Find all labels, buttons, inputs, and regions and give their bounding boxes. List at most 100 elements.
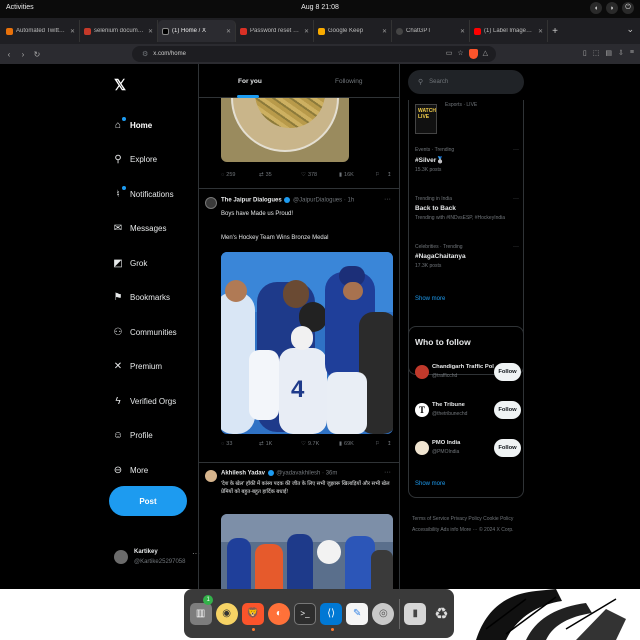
views-button[interactable]: ▮ 16K — [339, 172, 354, 178]
wallet-icon[interactable]: ▤ — [605, 49, 612, 57]
nav-item-profile[interactable]: ☺ Profile — [106, 419, 177, 454]
follow-button[interactable]: Follow — [494, 439, 521, 457]
views-button[interactable]: ▮ 69K — [339, 441, 354, 447]
timeline[interactable]: For you Following ◌ 259 ⇄ 35 ♡ 378 ▮ 16K ⚐ ↥… — [198, 64, 400, 589]
share-button[interactable]: ↥ — [387, 172, 392, 178]
chevron-down-icon[interactable]: ⌄ — [626, 24, 634, 35]
close-icon[interactable]: ✕ — [538, 28, 543, 35]
url-text[interactable]: x.com/home — [153, 51, 186, 57]
sidebar-toggle-icon[interactable]: ▯ — [583, 49, 587, 57]
more-icon[interactable]: ··· — [513, 196, 519, 202]
dock-item[interactable]: ♻ — [429, 597, 454, 631]
dock-item[interactable]: ▥ 1 — [188, 594, 214, 631]
nav-item-grok[interactable]: ◩ Grok — [106, 246, 177, 281]
tab-for-you[interactable]: For you — [238, 78, 262, 85]
dock-item[interactable]: ◉ — [214, 597, 239, 631]
follow-suggestion[interactable]: PMO India @PMOIndia Follow — [415, 439, 521, 463]
nav-item-home[interactable]: ⌂ Home — [106, 108, 177, 143]
like-button[interactable]: ♡ 378 — [301, 172, 317, 178]
more-icon[interactable]: ··· — [513, 147, 519, 153]
footer-links[interactable]: Terms of Service Privacy Policy Cookie P… — [412, 514, 522, 536]
author-handle[interactable]: @yadavakhilesh · 36m — [276, 471, 337, 477]
nav-item-bookmarks[interactable]: ⚑ Bookmarks — [106, 281, 177, 316]
browser-tab[interactable]: Google Keep ✕ — [314, 20, 392, 42]
dock-item[interactable]: ◐ — [266, 597, 291, 631]
author-name[interactable]: Akhilesh Yadav — [221, 471, 265, 477]
search-input[interactable]: ⚲ Search — [408, 70, 524, 94]
nav-item-explore[interactable]: ⚲ Explore — [106, 143, 177, 178]
address-bar[interactable]: ⚙ x.com/home ▭ ☆ △ — [132, 46, 496, 62]
avatar[interactable] — [415, 365, 429, 379]
dock-item[interactable]: ▮ — [403, 597, 428, 631]
trends-show-more-link[interactable]: Show more — [415, 296, 445, 302]
trend-item[interactable]: Events · Trending #Silver🥈 15.3K posts ·… — [415, 147, 519, 173]
browser-tab[interactable]: (1) Label Images for Object ✕ — [470, 20, 548, 42]
new-tab-button[interactable]: + — [548, 26, 562, 37]
system-tray[interactable]: ◖ ◗ ⏻ — [590, 2, 634, 14]
x-logo-icon[interactable]: 𝕏 — [114, 76, 126, 94]
tweet[interactable]: Akhilesh Yadav @yadavakhilesh · 36m ··· … — [199, 462, 399, 589]
star-icon[interactable]: ☆ — [457, 49, 463, 59]
avatar[interactable] — [415, 441, 429, 455]
more-icon[interactable]: ··· — [384, 196, 391, 203]
author-handle[interactable]: @JaipurDialogues · 1h — [293, 198, 354, 204]
browser-tab-active[interactable]: (1) Home / X ✕ — [158, 20, 236, 42]
close-icon[interactable]: ✕ — [304, 28, 309, 35]
extensions-icon[interactable]: ⬚ — [593, 49, 600, 57]
tab-following[interactable]: Following — [335, 78, 362, 85]
suggestion-name[interactable]: The Tribune — [432, 402, 494, 408]
repost-button[interactable]: ⇄ 35 — [259, 172, 272, 178]
suggestion-name[interactable]: Chandigarh Traffic Police — [432, 364, 494, 370]
brave-shield-icon[interactable] — [468, 49, 478, 59]
nav-item-messages[interactable]: ✉ Messages — [106, 212, 177, 247]
bookmark-button[interactable]: ⚐ — [375, 172, 380, 178]
dock-item[interactable]: 🦁 — [240, 597, 265, 631]
close-icon[interactable]: ✕ — [148, 28, 153, 35]
back-icon[interactable]: ‹ — [4, 50, 14, 59]
tweet-media-image[interactable]: 4 — [221, 252, 393, 434]
close-icon[interactable]: ✕ — [382, 28, 387, 35]
share-icon[interactable]: ▭ — [446, 49, 453, 59]
account-switcher[interactable]: Kartikey @Kartike25297058 ··· — [112, 546, 202, 576]
power-icon[interactable]: ⏻ — [622, 2, 634, 14]
dock-item[interactable]: ⟨⟩ — [319, 597, 344, 631]
follow-button[interactable]: Follow — [494, 363, 521, 381]
browser-tab[interactable]: selenium documentation - ✕ — [80, 20, 158, 42]
nav-item-verified-orgs[interactable]: ϟ Verified Orgs — [106, 384, 177, 419]
trend-related[interactable]: Trending with #INDvsESP, #HockeyIndia — [415, 215, 519, 221]
close-icon[interactable]: ✕ — [70, 28, 75, 35]
trend-item[interactable]: Trending in India Back to Back Trending … — [415, 196, 519, 221]
follow-suggestion[interactable]: Chandigarh Traffic Police @trafficchd Fo… — [415, 363, 521, 387]
author-name[interactable]: The Jaipur Dialogues — [221, 198, 282, 204]
tribune-logo-icon[interactable]: T — [415, 403, 429, 417]
suggestion-name[interactable]: PMO India — [432, 440, 494, 446]
close-icon[interactable]: ✕ — [460, 28, 465, 35]
dock-item[interactable]: ◎ — [371, 597, 396, 631]
post-button[interactable]: Post — [109, 486, 187, 516]
trend-item[interactable]: Celebrities · Trending #NagaChaitanya 17… — [415, 244, 519, 269]
close-icon[interactable]: ✕ — [226, 28, 231, 35]
wifi-icon[interactable]: ◖ — [590, 2, 602, 14]
reload-icon[interactable]: ↻ — [32, 50, 42, 59]
tweet-media-image[interactable] — [221, 514, 393, 589]
reply-button[interactable]: ◌ 259 — [221, 172, 235, 178]
rewards-icon[interactable]: △ — [483, 49, 488, 59]
dock-item[interactable]: ✎ — [345, 597, 370, 631]
dock-item[interactable]: >_ — [292, 597, 317, 631]
download-icon[interactable]: ⇩ — [618, 49, 624, 57]
browser-tab[interactable]: Automated Twitter Scrolling ✕ — [2, 20, 80, 42]
like-button[interactable]: ♡ 9.7K — [301, 441, 319, 447]
follow-show-more-link[interactable]: Show more — [415, 481, 445, 487]
nav-item-communities[interactable]: ⚇ Communities — [106, 315, 177, 350]
browser-tab[interactable]: Password reset request - ba ✕ — [236, 20, 314, 42]
browser-tab[interactable]: ChatGPT ✕ — [392, 20, 470, 42]
repost-button[interactable]: ⇄ 1K — [259, 441, 272, 447]
avatar[interactable] — [205, 470, 217, 482]
nav-item-premium[interactable]: ✕ Premium — [106, 350, 177, 385]
forward-icon[interactable]: › — [18, 50, 28, 59]
clock[interactable]: Aug 8 21:08 — [0, 4, 640, 11]
nav-item-notifications[interactable]: ♮ Notifications — [106, 177, 177, 212]
follow-suggestion[interactable]: T The Tribune @thetribunechd Follow — [415, 401, 521, 425]
live-event-thumbnail[interactable]: WATCH LIVE — [415, 104, 437, 134]
tweet[interactable]: The Jaipur Dialogues @JaipurDialogues · … — [199, 188, 399, 462]
